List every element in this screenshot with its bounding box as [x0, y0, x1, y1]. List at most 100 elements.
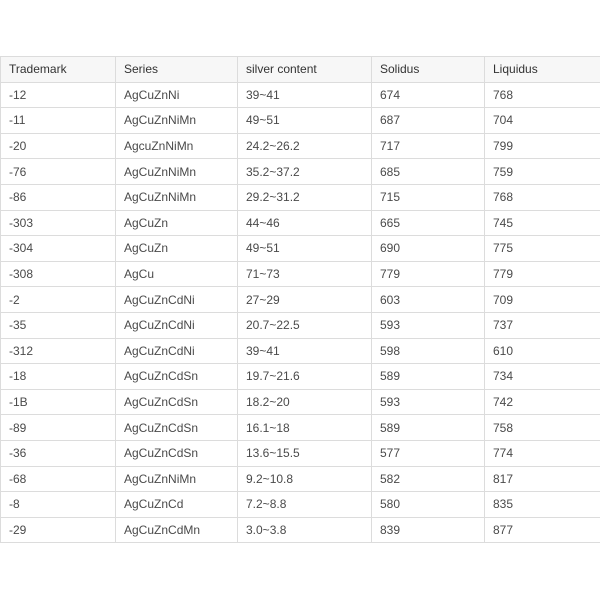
series-cell: AgCuZnCdMn: [115, 516, 238, 544]
series-cell: AgCuZn: [115, 235, 238, 262]
table-header-row: Trademark Series silver content Solidus …: [0, 56, 600, 83]
liquidus-cell: 774: [484, 439, 600, 467]
series-cell: AgCuZnNi: [115, 81, 238, 109]
silver-content-cell: 20.7~22.5: [237, 311, 372, 339]
solidus-cell: 715: [371, 183, 485, 211]
solidus-cell: 717: [371, 132, 485, 160]
liquidus-cell: 704: [484, 107, 600, 134]
trademark-cell: -304: [0, 235, 116, 262]
liquidus-cell: 745: [484, 209, 600, 237]
trademark-cell: -76: [0, 158, 116, 185]
trademark-cell: -89: [0, 414, 116, 441]
silver-content-cell: 49~51: [237, 235, 372, 262]
table-row: -29 AgCuZnCdMn 3.0~3.8 839 877: [0, 516, 600, 544]
trademark-cell: -308: [0, 260, 116, 288]
silver-content-cell: 24.2~26.2: [237, 132, 372, 160]
table-row: -8 AgCuZnCd 7.2~8.8 580 835: [0, 491, 600, 518]
solidus-cell: 580: [371, 491, 485, 518]
table-body: -12 AgCuZnNi 39~41 674 768 -11 AgCuZnNiMn 49~51…: [0, 81, 600, 544]
series-cell: AgCuZnNiMn: [115, 158, 238, 185]
table-row: -89 AgCuZnCdSn 16.1~18 589 758: [0, 414, 600, 441]
table-row: -36 AgCuZnCdSn 13.6~15.5 577 774: [0, 439, 600, 467]
silver-content-cell: 49~51: [237, 107, 372, 134]
silver-content-cell: 16.1~18: [237, 414, 372, 441]
liquidus-cell: 817: [484, 465, 600, 493]
trademark-cell: -68: [0, 465, 116, 493]
table-row: -86 AgCuZnNiMn 29.2~31.2 715 768: [0, 183, 600, 211]
series-cell: AgCuZnCdNi: [115, 311, 238, 339]
series-cell: AgCu: [115, 260, 238, 288]
solidus-cell: 582: [371, 465, 485, 493]
silver-content-cell: 29.2~31.2: [237, 183, 372, 211]
column-header-liquidus: Liquidus: [484, 56, 600, 83]
column-header-trademark: Trademark: [0, 56, 116, 83]
silver-content-cell: 35.2~37.2: [237, 158, 372, 185]
trademark-cell: -12: [0, 81, 116, 109]
trademark-cell: -303: [0, 209, 116, 237]
series-cell: AgCuZn: [115, 209, 238, 237]
silver-content-cell: 9.2~10.8: [237, 465, 372, 493]
series-cell: AgCuZnNiMn: [115, 107, 238, 134]
solidus-cell: 665: [371, 209, 485, 237]
liquidus-cell: 737: [484, 311, 600, 339]
silver-content-cell: 39~41: [237, 81, 372, 109]
trademark-cell: -36: [0, 439, 116, 467]
table-row: -35 AgCuZnCdNi 20.7~22.5 593 737: [0, 311, 600, 339]
table-row: -20 AgcuZnNiMn 24.2~26.2 717 799: [0, 132, 600, 160]
silver-content-cell: 27~29: [237, 286, 372, 313]
solidus-cell: 779: [371, 260, 485, 288]
series-cell: AgCuZnCdSn: [115, 439, 238, 467]
silver-content-cell: 19.7~21.6: [237, 363, 372, 390]
liquidus-cell: 768: [484, 183, 600, 211]
trademark-cell: -18: [0, 363, 116, 390]
table-row: -11 AgCuZnNiMn 49~51 687 704: [0, 107, 600, 134]
silver-content-cell: 71~73: [237, 260, 372, 288]
series-cell: AgCuZnNiMn: [115, 465, 238, 493]
column-header-solidus: Solidus: [371, 56, 485, 83]
series-cell: AgCuZnCdSn: [115, 363, 238, 390]
liquidus-cell: 835: [484, 491, 600, 518]
trademark-cell: -312: [0, 337, 116, 365]
solidus-cell: 593: [371, 388, 485, 416]
alloy-table-container: Trademark Series silver content Solidus …: [0, 56, 600, 544]
solidus-cell: 598: [371, 337, 485, 365]
trademark-cell: -1B: [0, 388, 116, 416]
page: Trademark Series silver content Solidus …: [0, 0, 600, 600]
column-header-silver-content: silver content: [237, 56, 372, 83]
solidus-cell: 839: [371, 516, 485, 544]
solidus-cell: 674: [371, 81, 485, 109]
liquidus-cell: 610: [484, 337, 600, 365]
trademark-cell: -86: [0, 183, 116, 211]
liquidus-cell: 775: [484, 235, 600, 262]
table-row: -12 AgCuZnNi 39~41 674 768: [0, 81, 600, 109]
silver-content-cell: 7.2~8.8: [237, 491, 372, 518]
column-header-series: Series: [115, 56, 238, 83]
solidus-cell: 577: [371, 439, 485, 467]
liquidus-cell: 734: [484, 363, 600, 390]
liquidus-cell: 759: [484, 158, 600, 185]
alloy-table: Trademark Series silver content Solidus …: [0, 56, 600, 544]
table-row: -303 AgCuZn 44~46 665 745: [0, 209, 600, 237]
trademark-cell: -29: [0, 516, 116, 544]
solidus-cell: 589: [371, 414, 485, 441]
silver-content-cell: 18.2~20: [237, 388, 372, 416]
liquidus-cell: 709: [484, 286, 600, 313]
table-row: -304 AgCuZn 49~51 690 775: [0, 235, 600, 262]
series-cell: AgCuZnCdSn: [115, 388, 238, 416]
table-row: -1B AgCuZnCdSn 18.2~20 593 742: [0, 388, 600, 416]
liquidus-cell: 742: [484, 388, 600, 416]
liquidus-cell: 779: [484, 260, 600, 288]
series-cell: AgCuZnNiMn: [115, 183, 238, 211]
table-row: -68 AgCuZnNiMn 9.2~10.8 582 817: [0, 465, 600, 493]
trademark-cell: -35: [0, 311, 116, 339]
liquidus-cell: 758: [484, 414, 600, 441]
table-row: -76 AgCuZnNiMn 35.2~37.2 685 759: [0, 158, 600, 185]
solidus-cell: 593: [371, 311, 485, 339]
series-cell: AgCuZnCd: [115, 491, 238, 518]
trademark-cell: -2: [0, 286, 116, 313]
table-row: -18 AgCuZnCdSn 19.7~21.6 589 734: [0, 363, 600, 390]
series-cell: AgCuZnCdNi: [115, 286, 238, 313]
trademark-cell: -11: [0, 107, 116, 134]
solidus-cell: 690: [371, 235, 485, 262]
trademark-cell: -8: [0, 491, 116, 518]
